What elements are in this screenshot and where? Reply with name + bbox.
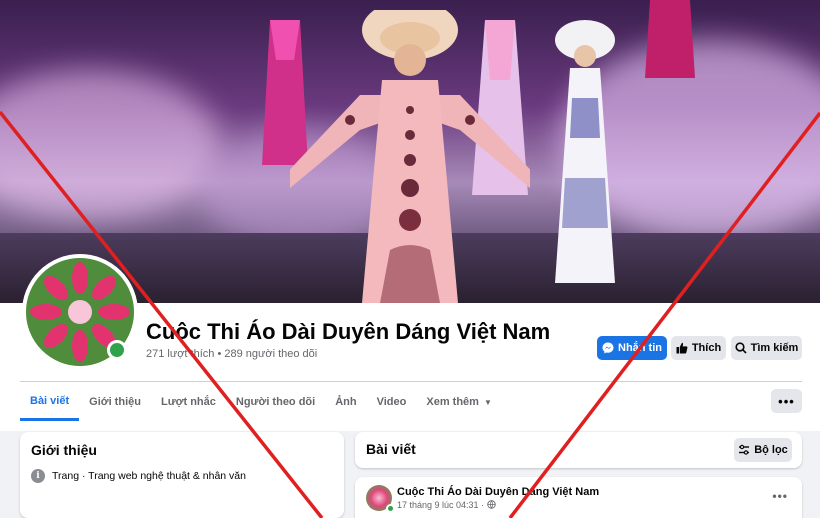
like-button[interactable]: Thích <box>671 336 726 360</box>
online-status-icon <box>386 504 395 513</box>
intro-category: i Trang · Trang web nghệ thuật & nhân vă… <box>31 469 246 483</box>
tab-label: Video <box>376 396 407 408</box>
message-button[interactable]: Nhắn tin <box>597 336 667 360</box>
tab-videos[interactable]: Video <box>367 383 417 421</box>
messenger-icon <box>602 342 614 354</box>
intro-card: Giới thiệu i Trang · Trang web nghệ thuậ… <box>20 432 344 518</box>
filter-button-label: Bộ lọc <box>754 444 788 456</box>
search-icon <box>735 342 747 354</box>
filter-button[interactable]: Bộ lọc <box>734 438 792 462</box>
intro-category-text: Trang · Trang web nghệ thuật & nhân văn <box>52 470 246 482</box>
tab-about[interactable]: Giới thiệu <box>79 383 151 421</box>
posts-header-card: Bài viết Bộ lọc <box>355 432 802 468</box>
more-options-button[interactable]: ••• <box>771 389 802 413</box>
info-icon: i <box>31 469 45 483</box>
posts-title: Bài viết <box>366 441 416 457</box>
chevron-down-icon: ▼ <box>483 397 492 407</box>
page-title: Cuộc Thi Áo Dài Duyên Dáng Việt Nam <box>146 319 551 344</box>
filter-icon <box>739 444 750 455</box>
search-button[interactable]: Tìm kiếm <box>731 336 802 360</box>
tab-followers[interactable]: Người theo dõi <box>226 383 325 421</box>
page-tabs: Bài viết Giới thiệu Lượt nhắc Người theo… <box>20 383 502 421</box>
page-stats[interactable]: 271 lượt thích • 289 người theo dõi <box>146 348 317 360</box>
post-card: Cuộc Thi Áo Dài Duyên Dáng Việt Nam 17 t… <box>355 477 802 518</box>
tab-label: Xem thêm <box>426 396 479 408</box>
post-options-button[interactable]: ••• <box>772 489 788 503</box>
tab-see-more[interactable]: Xem thêm ▼ <box>416 383 502 421</box>
tab-label: Bài viết <box>30 394 70 407</box>
online-status-icon <box>107 340 127 360</box>
search-button-label: Tìm kiếm <box>750 342 799 354</box>
message-button-label: Nhắn tin <box>618 342 662 354</box>
tab-label: Ảnh <box>335 396 357 408</box>
header-divider <box>20 381 802 382</box>
post-timestamp-text: 17 tháng 9 lúc 04:31 · <box>397 500 485 510</box>
intro-title: Giới thiệu <box>31 442 97 458</box>
post-author-name[interactable]: Cuộc Thi Áo Dài Duyên Dáng Việt Nam <box>397 486 599 498</box>
cover-photo[interactable] <box>0 0 820 303</box>
tab-label: Lượt nhắc <box>160 396 216 408</box>
like-button-label: Thích <box>691 342 722 354</box>
tab-label: Người theo dõi <box>235 396 316 408</box>
globe-icon <box>486 500 496 509</box>
tab-label: Giới thiệu <box>89 396 141 408</box>
thumbs-up-icon <box>676 342 688 354</box>
tab-mentions[interactable]: Lượt nhắc <box>151 383 226 421</box>
post-timestamp[interactable]: 17 tháng 9 lúc 04:31 · <box>397 500 496 510</box>
tab-posts[interactable]: Bài viết <box>20 383 80 421</box>
tab-photos[interactable]: Ảnh <box>325 383 366 421</box>
